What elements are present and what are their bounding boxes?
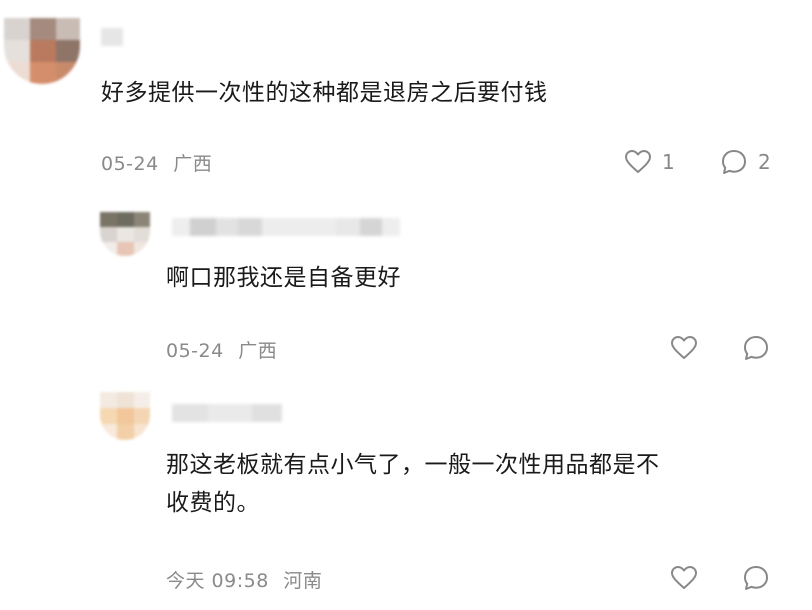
comment-location: 广西 [173,153,213,175]
comment-text-line: 那这老板就有点小气了，一般一次性用品都是不 [166,452,660,478]
comment-date: 05-24 [166,340,224,362]
reply-button[interactable]: 2 [720,148,771,176]
comment-location: 河南 [283,570,323,592]
heart-outline-icon [670,565,698,591]
comment-meta: 05-24 广西 [101,149,212,176]
speech-bubble-icon [720,148,748,176]
comment-text: 啊口那我还是自备更好 [166,265,401,291]
like-count: 1 [662,150,675,174]
speech-bubble-icon [742,564,770,592]
like-button[interactable]: 1 [624,149,675,175]
avatar[interactable] [100,212,150,256]
comment-location: 广西 [238,340,278,362]
comment-text: 那这老板就有点小气了，一般一次性用品都是不 收费的。 [166,446,660,522]
username-redacted[interactable] [172,218,400,236]
heart-outline-icon [670,335,698,361]
comment-meta: 今天 09:58 河南 [166,566,322,593]
reply-button[interactable] [742,564,770,592]
reply-button[interactable] [742,334,770,362]
comment-date: 05-24 [101,153,159,175]
username-redacted[interactable] [172,404,282,422]
speech-bubble-icon [742,334,770,362]
reply-count: 2 [758,150,771,174]
avatar[interactable] [100,392,150,440]
comment-meta: 05-24 广西 [166,336,277,363]
like-button[interactable] [670,565,698,591]
comment-date: 今天 09:58 [166,570,269,592]
avatar[interactable] [4,18,80,84]
comment-text: 好多提供一次性的这种都是退房之后要付钱 [101,80,548,106]
comment-text-line: 收费的。 [166,490,260,516]
username-redacted[interactable] [101,28,123,46]
heart-outline-icon [624,149,652,175]
like-button[interactable] [670,335,698,361]
